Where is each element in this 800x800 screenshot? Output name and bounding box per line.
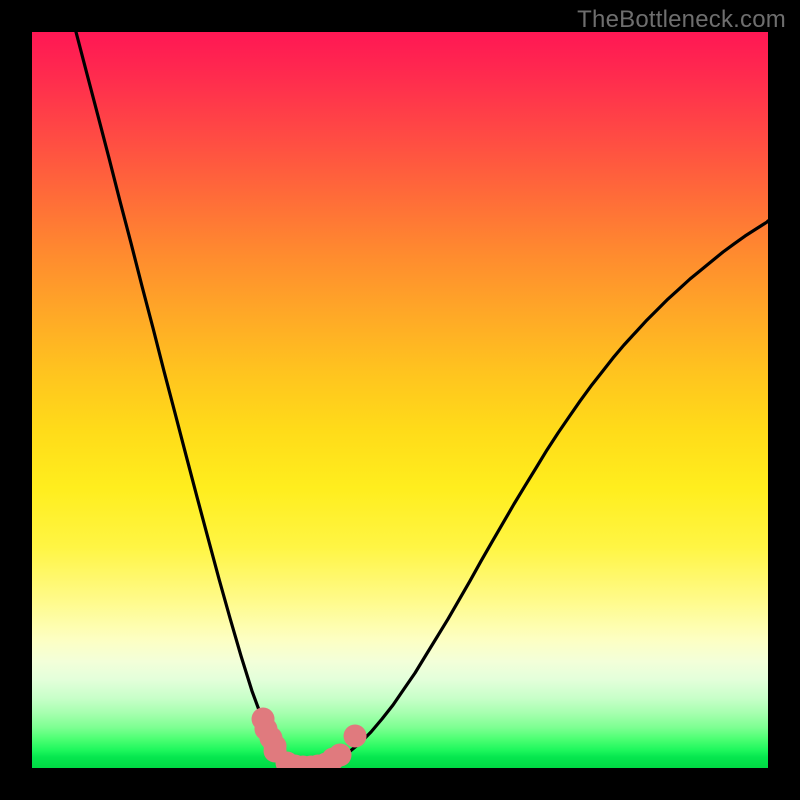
plot-area	[32, 32, 768, 768]
highlight-markers	[252, 707, 367, 768]
chart-stage: TheBottleneck.com	[0, 0, 800, 800]
highlight-marker	[329, 743, 352, 766]
highlight-marker	[344, 724, 367, 747]
watermark-text: TheBottleneck.com	[577, 6, 786, 34]
curve-right-branch	[305, 221, 768, 768]
curve-overlay-svg	[32, 32, 768, 768]
curve-left-branch	[76, 32, 305, 768]
